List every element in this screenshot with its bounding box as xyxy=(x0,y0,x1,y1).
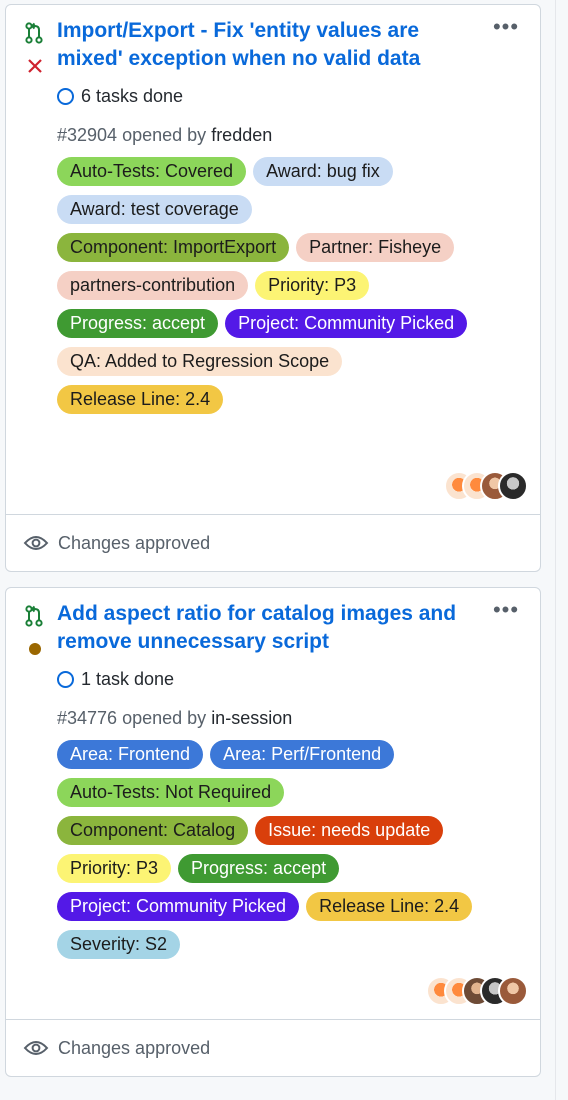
x-icon xyxy=(28,59,42,73)
label[interactable]: QA: Added to Regression Scope xyxy=(57,347,343,376)
label[interactable]: Partner: Fisheye xyxy=(296,233,455,262)
label[interactable]: Award: test coverage xyxy=(57,195,252,224)
label[interactable]: Project: Community Picked xyxy=(57,892,300,921)
label[interactable]: Area: Frontend xyxy=(57,740,204,769)
pr-title[interactable]: Import/Export - Fix 'entity values are m… xyxy=(57,17,462,73)
label[interactable]: Release Line: 2.4 xyxy=(306,892,473,921)
review-status-text: Changes approved xyxy=(58,532,211,553)
label[interactable]: Progress: accept xyxy=(178,854,340,883)
review-status-text: Changes approved xyxy=(58,1037,211,1058)
task-progress: 1 task done xyxy=(57,668,174,690)
label[interactable]: Issue: needs update xyxy=(255,816,444,845)
pr-author[interactable]: fredden xyxy=(211,125,272,145)
pr-number[interactable]: #32904 xyxy=(57,125,117,145)
label-list: Auto-Tests: Covered Award: bug fix Award… xyxy=(57,157,477,414)
git-pull-request-icon xyxy=(25,22,43,44)
label[interactable]: Priority: P3 xyxy=(57,854,172,883)
avatar[interactable] xyxy=(498,976,528,1006)
label[interactable]: Progress: accept xyxy=(57,309,219,338)
progress-ring-icon xyxy=(57,87,74,105)
label[interactable]: Priority: P3 xyxy=(255,271,370,300)
label[interactable]: Award: bug fix xyxy=(253,157,393,186)
review-status: Changes approved xyxy=(6,514,540,571)
label[interactable]: Area: Perf/Frontend xyxy=(210,740,395,769)
scrollbar-track[interactable] xyxy=(556,0,568,1100)
label[interactable]: partners-contribution xyxy=(57,271,249,300)
avatar[interactable] xyxy=(498,471,528,501)
label[interactable]: Auto-Tests: Not Required xyxy=(57,778,285,807)
kebab-horizontal-icon[interactable]: ••• xyxy=(486,599,526,624)
assignee-avatars xyxy=(444,471,528,501)
opened-by-text: opened by xyxy=(122,125,207,145)
git-pull-request-icon xyxy=(25,605,43,627)
task-progress-text: 1 task done xyxy=(81,668,175,689)
dot-icon xyxy=(29,643,41,655)
label[interactable]: Project: Community Picked xyxy=(225,309,468,338)
pr-number[interactable]: #34776 xyxy=(57,708,117,728)
assignee-avatars xyxy=(426,976,528,1006)
task-progress: 6 tasks done xyxy=(57,85,183,107)
eye-icon xyxy=(23,536,49,550)
pr-meta: #34776 opened by in-session xyxy=(57,708,292,729)
label[interactable]: Release Line: 2.4 xyxy=(57,385,224,414)
progress-ring-icon xyxy=(57,670,74,688)
label[interactable]: Component: Catalog xyxy=(57,816,249,845)
pr-card[interactable]: Import/Export - Fix 'entity values are m… xyxy=(5,4,541,572)
pr-card[interactable]: Add aspect ratio for catalog images and … xyxy=(5,587,541,1077)
eye-icon xyxy=(23,1041,49,1055)
pr-meta: #32904 opened by fredden xyxy=(57,125,272,146)
review-status: Changes approved xyxy=(6,1019,540,1076)
label[interactable]: Component: ImportExport xyxy=(57,233,290,262)
label[interactable]: Severity: S2 xyxy=(57,930,181,959)
task-progress-text: 6 tasks done xyxy=(81,85,184,106)
pr-title[interactable]: Add aspect ratio for catalog images and … xyxy=(57,600,462,656)
label[interactable]: Auto-Tests: Covered xyxy=(57,157,247,186)
kebab-horizontal-icon[interactable]: ••• xyxy=(486,16,526,41)
pr-author[interactable]: in-session xyxy=(211,708,292,728)
opened-by-text: opened by xyxy=(122,708,207,728)
label-list: Area: Frontend Area: Perf/Frontend Auto-… xyxy=(57,740,477,959)
